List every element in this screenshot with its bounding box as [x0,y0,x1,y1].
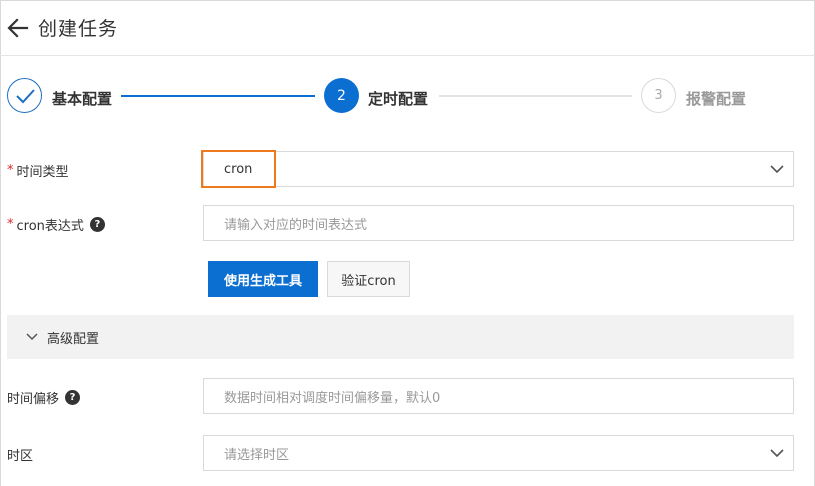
cron-expr-label-text: cron表达式 [16,219,84,234]
step-3-circle: 3 [641,78,676,113]
question-icon[interactable]: ? [89,217,105,232]
time-type-label: * 时间类型 [7,161,69,180]
back-button[interactable] [6,16,30,40]
verify-cron-button[interactable]: 验证cron [327,261,410,297]
required-mark: * [7,163,14,178]
arrow-left-icon [7,18,29,38]
required-mark: * [7,217,14,232]
timezone-label: 时区 [7,445,33,464]
timezone-label-text: 时区 [7,449,34,464]
chevron-down-icon [770,165,784,174]
page-title: 创建任务 [38,18,119,40]
time-offset-placeholder: 数据时间相对调度时间偏移量，默认0 [224,390,441,406]
cron-expr-label: * cron表达式 ? [7,215,105,234]
advanced-config-toggle[interactable]: 高级配置 [7,315,794,359]
step-indicator: 基本配置 2 定时配置 3 报警配置 [0,78,815,118]
step-connector-2 [439,95,632,97]
timezone-select[interactable]: 请选择时区 [203,435,794,471]
chevron-down-icon [26,333,38,341]
step-2-label: 定时配置 [368,90,429,108]
chevron-down-icon [770,449,784,458]
time-offset-input[interactable]: 数据时间相对调度时间偏移量，默认0 [203,378,794,414]
advanced-config-label: 高级配置 [47,331,100,347]
time-offset-label-text: 时间偏移 [7,392,60,407]
cron-expr-placeholder: 请输入对应的时间表达式 [224,217,368,233]
time-type-label-text: 时间类型 [16,165,69,180]
highlight-annotation [201,150,276,188]
timezone-placeholder: 请选择时区 [224,447,290,463]
generate-tool-button[interactable]: 使用生成工具 [208,261,318,297]
step-connector-1 [121,95,315,97]
question-icon[interactable]: ? [65,390,81,405]
time-type-select[interactable]: cron [203,151,794,187]
step-1-label: 基本配置 [52,90,113,108]
check-icon [15,88,35,103]
step-3-label: 报警配置 [686,90,747,108]
step-1-circle [7,78,42,113]
time-offset-label: 时间偏移 ? [7,388,81,407]
page-header: 创建任务 [0,0,815,56]
cron-expr-input[interactable]: 请输入对应的时间表达式 [203,205,794,241]
step-2-circle: 2 [324,78,359,113]
